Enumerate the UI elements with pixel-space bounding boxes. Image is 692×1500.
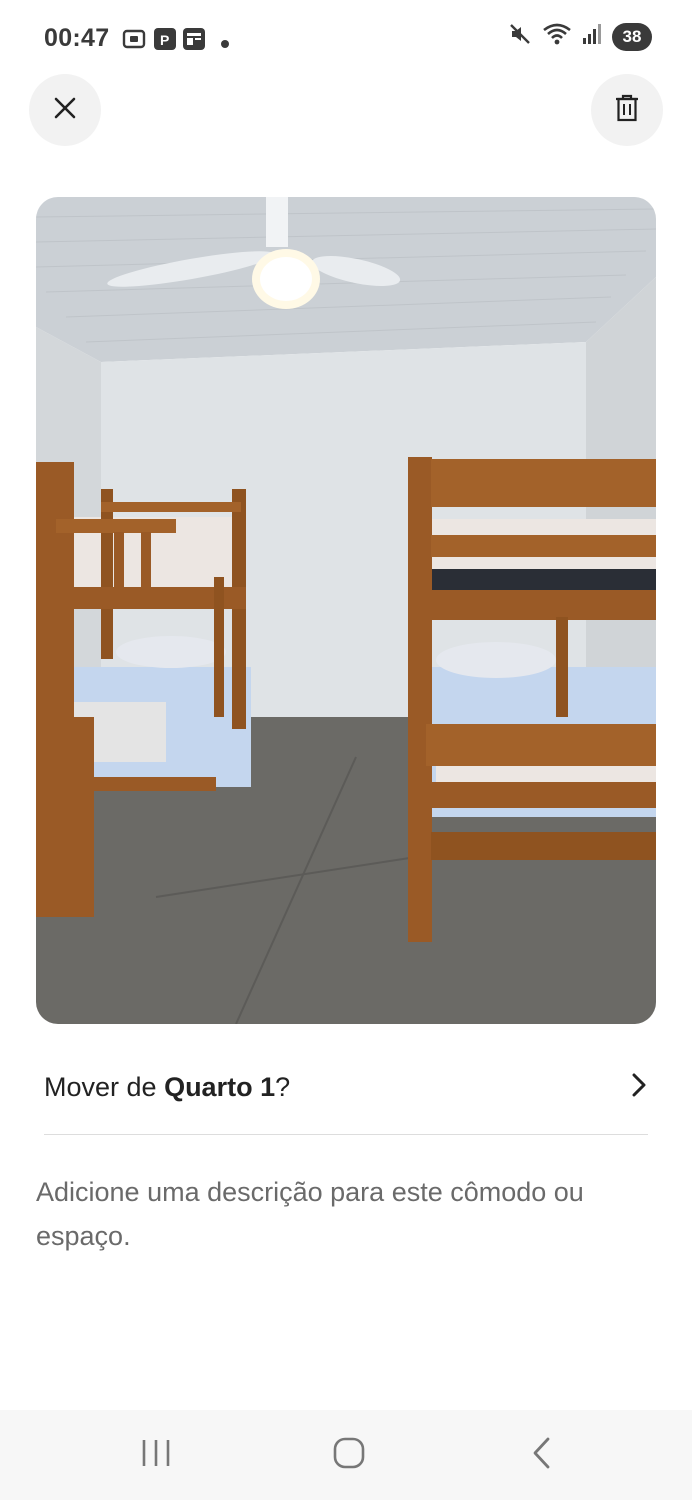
battery-icon: 38 — [612, 22, 652, 51]
move-suffix: ? — [275, 1071, 291, 1102]
news-app-icon — [183, 28, 205, 55]
description-input[interactable]: Adicione uma descrição para este cômodo … — [36, 1170, 656, 1258]
svg-text:P: P — [160, 32, 169, 48]
room-photo[interactable] — [36, 197, 656, 1024]
status-time: 00:47 — [44, 24, 110, 52]
divider — [44, 1134, 648, 1135]
mute-icon — [508, 22, 532, 51]
recent-apps-icon[interactable] — [140, 1436, 172, 1475]
notification-dot-icon — [221, 35, 229, 53]
home-icon[interactable] — [333, 1436, 365, 1475]
chevron-right-icon — [630, 1072, 648, 1103]
move-prefix: Mover de — [44, 1071, 165, 1102]
navigation-bar — [0, 1410, 692, 1500]
parking-app-icon: P — [154, 28, 176, 55]
back-icon[interactable] — [530, 1436, 554, 1475]
current-room-name: Quarto 1 — [164, 1071, 276, 1102]
move-room-row[interactable]: Mover de Quarto 1? — [44, 1052, 648, 1122]
wifi-icon — [542, 22, 572, 51]
delete-photo-button[interactable] — [591, 74, 663, 146]
move-room-label: Mover de Quarto 1? — [44, 1072, 290, 1103]
status-bar: 00:47 P 38 — [0, 0, 692, 76]
screenshot-icon — [122, 28, 146, 55]
close-button[interactable] — [29, 74, 101, 146]
battery-level: 38 — [622, 26, 642, 46]
signal-icon — [582, 23, 602, 50]
trash-icon — [615, 94, 639, 127]
close-icon — [53, 96, 77, 125]
